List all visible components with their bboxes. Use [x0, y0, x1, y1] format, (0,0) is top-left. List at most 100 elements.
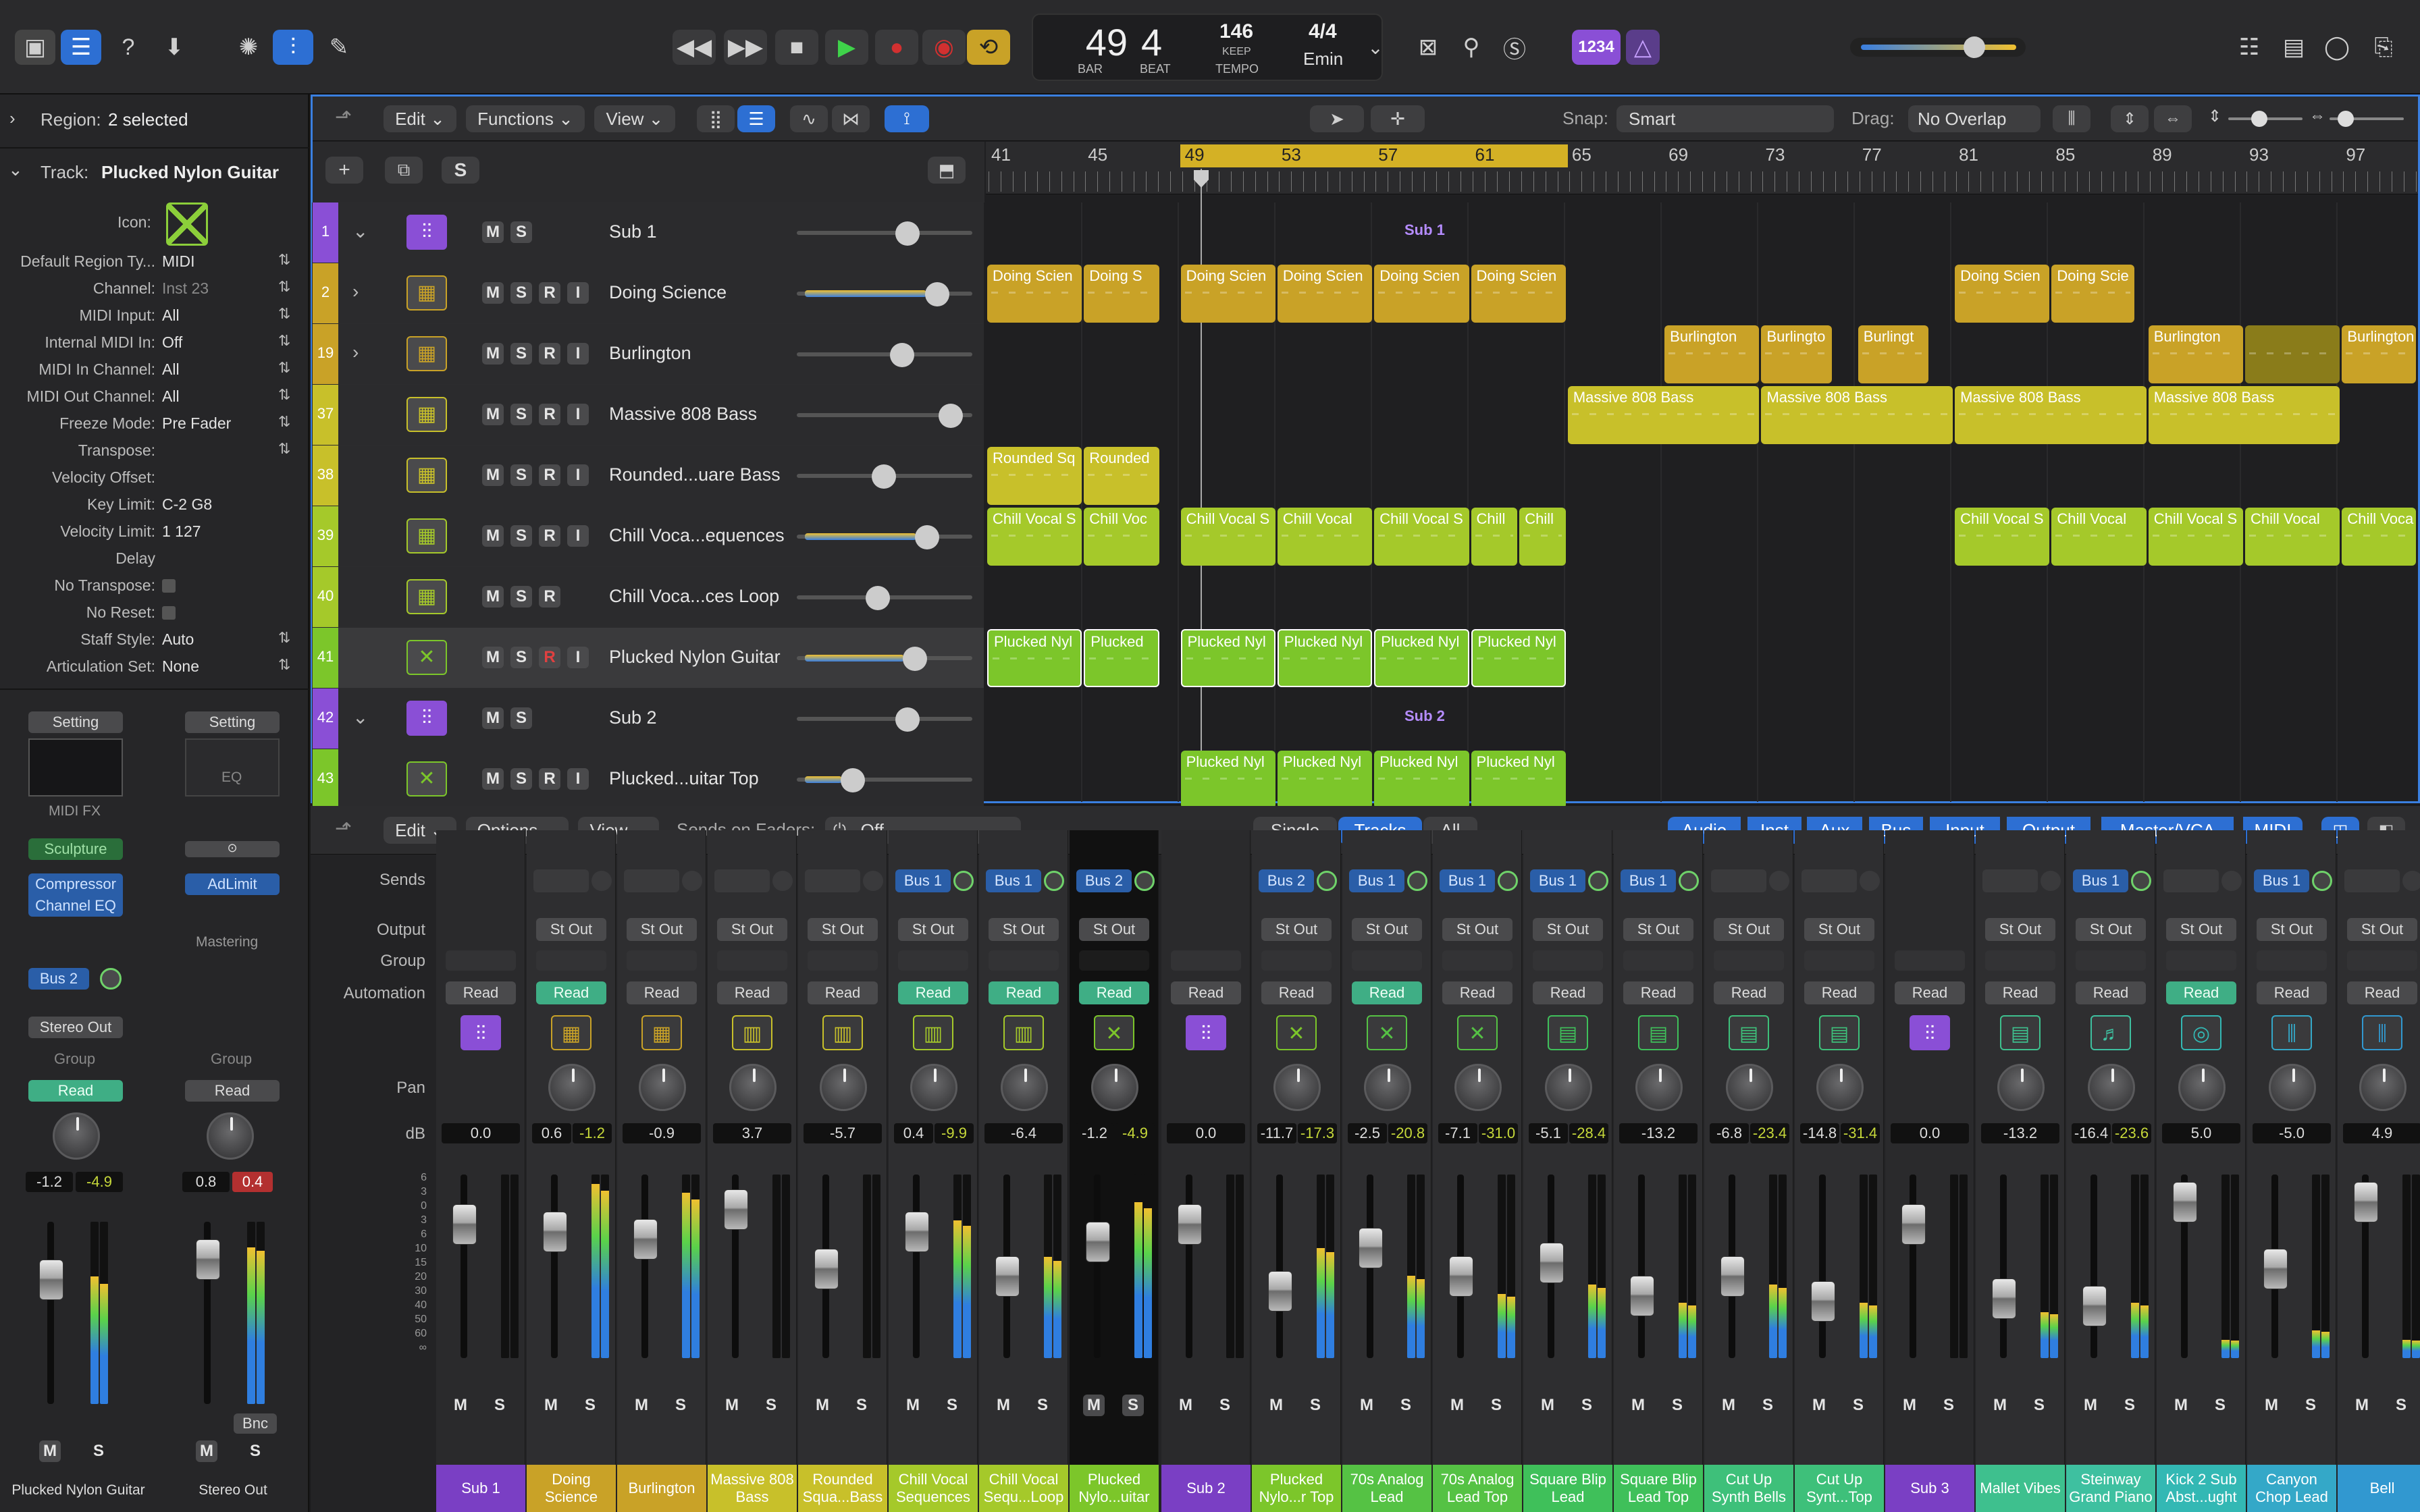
- track-name[interactable]: Burlington: [609, 343, 691, 364]
- strip2-adlimit-button[interactable]: AdLimit: [185, 873, 280, 895]
- disclosure-icon[interactable]: ›: [352, 281, 359, 302]
- region[interactable]: Doing Scien: [1180, 265, 1275, 323]
- inspector-button[interactable]: ☰: [61, 30, 101, 65]
- group-slot[interactable]: [1985, 950, 2055, 971]
- guitar-icon[interactable]: ✕: [1276, 1015, 1317, 1050]
- track-r-button[interactable]: R: [539, 404, 560, 425]
- send-level-knob[interactable]: [1769, 871, 1789, 891]
- region[interactable]: Chill Voca: [2342, 508, 2416, 566]
- region[interactable]: Doing Scie: [2051, 265, 2134, 323]
- inspector-row[interactable]: Freeze Mode: Pre Fader ⇅: [0, 413, 307, 441]
- fader-track[interactable]: [1910, 1174, 1916, 1358]
- mute-button[interactable]: M: [2170, 1395, 2192, 1416]
- volume-fader[interactable]: [1540, 1243, 1564, 1284]
- folder-wave-icon[interactable]: ⫶⫶: [406, 701, 447, 736]
- region[interactable]: Plucked Nyl: [1374, 751, 1469, 809]
- volume-readout[interactable]: -0.9: [623, 1123, 701, 1143]
- region[interactable]: Chill Vocal S: [1374, 508, 1469, 566]
- strip1-group-label[interactable]: Group: [54, 1050, 95, 1068]
- drum-icon[interactable]: ◎: [2181, 1015, 2221, 1050]
- piano-icon[interactable]: ♬: [2090, 1015, 2131, 1050]
- solo-button[interactable]: S: [2209, 1395, 2231, 1416]
- region[interactable]: Doing S: [1084, 265, 1159, 323]
- group-slot[interactable]: [898, 950, 968, 971]
- fader-track[interactable]: [2090, 1174, 2097, 1358]
- toolbar-button[interactable]: ⬇: [154, 30, 194, 65]
- track-i-button[interactable]: I: [567, 464, 589, 486]
- track-name[interactable]: Sub 1: [609, 221, 657, 242]
- region[interactable]: Doing Scien: [987, 265, 1082, 323]
- solo-button[interactable]: S: [670, 1395, 691, 1416]
- automation-mode-button[interactable]: Read: [1714, 981, 1784, 1004]
- send-level-knob[interactable]: [1860, 871, 1880, 891]
- keyboard-icon[interactable]: ▤: [1819, 1015, 1860, 1050]
- volume-readout[interactable]: -6.4: [984, 1123, 1063, 1143]
- list-editors-button[interactable]: ☷: [2232, 30, 2266, 65]
- output-slot[interactable]: St Out: [627, 918, 697, 941]
- send-level-knob[interactable]: [1498, 871, 1518, 891]
- cycle-region-bar[interactable]: [1180, 144, 1568, 167]
- vertical-fit-button[interactable]: ⇕: [2111, 105, 2149, 132]
- group-slot[interactable]: [1171, 950, 1241, 971]
- disclosure-icon[interactable]: ⌄: [352, 706, 368, 728]
- solo-button[interactable]: S: [1305, 1395, 1326, 1416]
- synth-keyboard-icon[interactable]: ▥: [822, 1015, 863, 1050]
- keyboard-icon[interactable]: ▤: [1729, 1015, 1769, 1050]
- waveform-icon[interactable]: ⫼: [2362, 1015, 2402, 1050]
- track-i-button[interactable]: I: [567, 343, 589, 364]
- track-name[interactable]: Plucked...uitar Top: [609, 768, 759, 789]
- capture-record-button[interactable]: ◉: [922, 30, 966, 65]
- region[interactable]: Plucked Nyl: [1180, 751, 1275, 809]
- region[interactable]: Plucked Nyl: [1471, 629, 1566, 687]
- volume-readout[interactable]: -6.8: [1710, 1123, 1749, 1143]
- add-track-button[interactable]: +: [325, 157, 363, 184]
- region[interactable]: Chill Voc: [1084, 508, 1159, 566]
- solo-button[interactable]: S: [2390, 1395, 2412, 1416]
- output-slot[interactable]: St Out: [989, 918, 1059, 941]
- global-solo-button[interactable]: S: [442, 157, 479, 184]
- solo-button[interactable]: S: [1576, 1395, 1598, 1416]
- region[interactable]: Chill Vocal S: [987, 508, 1082, 566]
- stepper-chevron-icon[interactable]: ⇅: [278, 440, 290, 458]
- browser-button[interactable]: ⎘: [2363, 30, 2404, 65]
- volume-fader[interactable]: [1359, 1228, 1383, 1269]
- automation-mode-button[interactable]: Read: [1352, 981, 1422, 1004]
- channel-name[interactable]: Steinway Grand Piano: [2066, 1465, 2155, 1512]
- solo-button[interactable]: S: [1214, 1395, 1236, 1416]
- send-slot-empty[interactable]: [624, 869, 679, 892]
- inspector-row[interactable]: Channel: Inst 23 ⇅: [0, 278, 307, 306]
- send-slot-empty[interactable]: [2344, 869, 2400, 892]
- folder-wave-icon[interactable]: ⫶⫶: [461, 1015, 501, 1050]
- group-slot[interactable]: [1442, 950, 1512, 971]
- region[interactable]: Doing Scien: [1955, 265, 2050, 323]
- volume-fader[interactable]: [1811, 1281, 1835, 1322]
- disclosure-icon[interactable]: ⌄: [352, 220, 368, 242]
- strip2-eq-display[interactable]: [185, 738, 280, 796]
- track-r-button[interactable]: R: [539, 525, 560, 547]
- send-level-knob[interactable]: [1679, 871, 1699, 891]
- strip1-channel-eq-button[interactable]: Channel EQ: [28, 895, 123, 917]
- mute-button[interactable]: M: [450, 1395, 471, 1416]
- send-slot[interactable]: Bus 1: [895, 869, 951, 892]
- output-slot[interactable]: St Out: [1352, 918, 1422, 941]
- volume-readout[interactable]: -2.5: [1348, 1123, 1387, 1143]
- stepper-chevron-icon[interactable]: ⇅: [278, 359, 290, 377]
- list-view-button[interactable]: ☰: [737, 105, 775, 132]
- pan-knob[interactable]: [910, 1064, 957, 1111]
- guitar-icon[interactable]: ✕: [406, 761, 447, 796]
- mute-button[interactable]: M: [1627, 1395, 1649, 1416]
- send-level-knob[interactable]: [682, 871, 702, 891]
- channel-name[interactable]: Doing Science: [527, 1465, 616, 1512]
- channel-name[interactable]: Sub 2: [1161, 1465, 1251, 1512]
- output-slot[interactable]: St Out: [898, 918, 968, 941]
- automation-mode-button[interactable]: Read: [717, 981, 787, 1004]
- solo-button[interactable]: S: [1757, 1395, 1779, 1416]
- volume-readout[interactable]: -7.1: [1438, 1123, 1477, 1143]
- folder-wave-icon[interactable]: ⫶⫶: [1910, 1015, 1950, 1050]
- track-m-button[interactable]: M: [482, 282, 504, 304]
- region[interactable]: Plucked Nyl: [1471, 751, 1566, 809]
- automation-mode-button[interactable]: Read: [1804, 981, 1874, 1004]
- volume-fader[interactable]: [2263, 1249, 2288, 1289]
- back-arrow-icon[interactable]: ⬏: [335, 105, 352, 129]
- region[interactable]: Doing Scien: [1374, 265, 1469, 323]
